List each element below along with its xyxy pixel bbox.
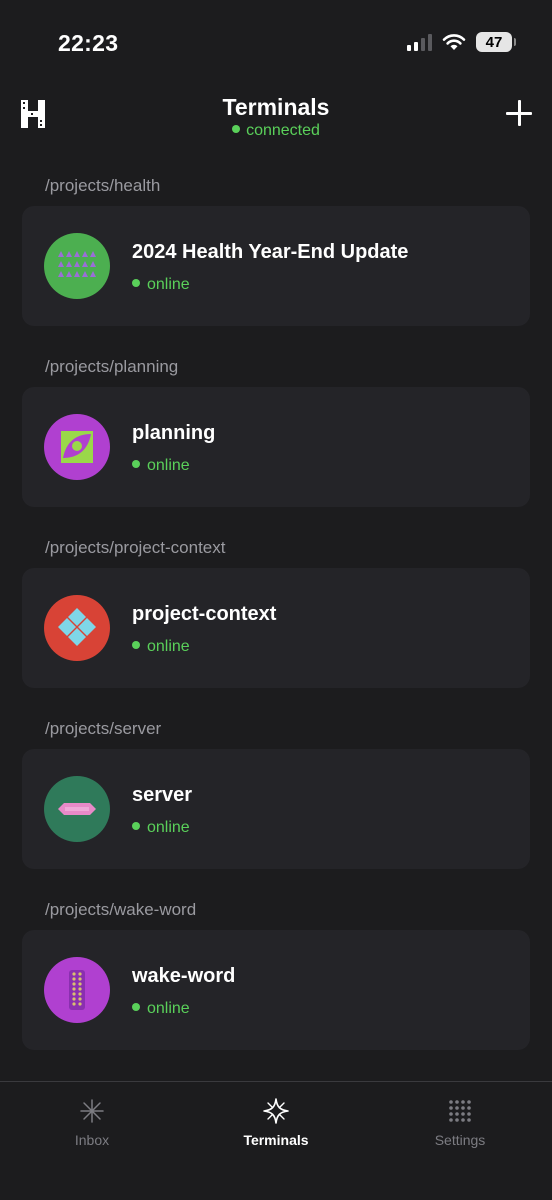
header: Terminals connected bbox=[0, 80, 552, 160]
terminal-card-server[interactable]: server online bbox=[22, 749, 530, 869]
terminal-card-project-context[interactable]: project-context online bbox=[22, 568, 530, 688]
status-icons: 47 bbox=[407, 32, 516, 52]
terminal-status: online bbox=[132, 276, 190, 294]
tab-label: Inbox bbox=[74, 1132, 110, 1148]
terminal-status: online bbox=[132, 638, 190, 656]
terminal-status-label: online bbox=[147, 638, 190, 655]
section-path: /projects/wake-word bbox=[45, 900, 197, 919]
section-project-context: /projects/project-context project-contex… bbox=[0, 522, 552, 703]
tab-bar: Inbox Terminals Settings bbox=[0, 1081, 552, 1200]
section-path: /projects/health bbox=[45, 176, 161, 195]
terminal-avatar-icon bbox=[44, 957, 110, 1023]
terminal-status: online bbox=[132, 1000, 190, 1018]
tab-label: Settings bbox=[434, 1132, 486, 1148]
terminal-avatar-icon bbox=[44, 776, 110, 842]
section-path: /projects/server bbox=[45, 719, 162, 738]
tab-settings[interactable]: Settings bbox=[368, 1082, 552, 1172]
connection-status-label: connected bbox=[246, 122, 320, 139]
connection-status: connected bbox=[0, 122, 552, 140]
spark-icon bbox=[80, 1099, 104, 1123]
dots-grid-icon bbox=[449, 1100, 471, 1122]
cellular-signal-icon bbox=[407, 33, 432, 51]
page-title: Terminals bbox=[222, 94, 330, 120]
tab-terminals[interactable]: Terminals bbox=[184, 1082, 368, 1172]
section-path: /projects/planning bbox=[45, 357, 179, 376]
terminal-card-health[interactable]: 2024 Health Year-End Update online bbox=[22, 206, 530, 326]
wifi-icon bbox=[442, 34, 466, 50]
terminal-status-label: online bbox=[147, 457, 190, 474]
terminal-status-label: online bbox=[147, 276, 190, 293]
terminal-status-label: online bbox=[147, 1000, 190, 1017]
section-server: /projects/server server online bbox=[0, 703, 552, 884]
terminal-avatar-icon bbox=[44, 233, 110, 299]
terminal-card-planning[interactable]: planning online bbox=[22, 387, 530, 507]
terminal-name: server bbox=[132, 784, 193, 806]
diamond-star-icon bbox=[263, 1098, 289, 1124]
online-dot-icon bbox=[132, 460, 140, 468]
terminal-name: 2024 Health Year-End Update bbox=[132, 241, 409, 263]
terminal-card-wake-word[interactable]: wake-word online bbox=[22, 930, 530, 1050]
terminal-status: online bbox=[132, 457, 190, 475]
terminal-status-label: online bbox=[147, 819, 190, 836]
section-planning: /projects/planning planning online bbox=[0, 341, 552, 522]
section-path: /projects/project-context bbox=[45, 538, 226, 557]
status-dot-icon bbox=[232, 125, 241, 133]
terminal-status: online bbox=[132, 819, 190, 837]
status-time: 22:23 bbox=[58, 30, 119, 56]
terminal-name: planning bbox=[132, 422, 216, 444]
terminal-avatar-icon bbox=[44, 595, 110, 661]
status-bar: 22:23 47 bbox=[0, 0, 552, 80]
terminal-avatar-icon bbox=[44, 414, 110, 480]
add-terminal-button[interactable] bbox=[506, 100, 532, 126]
tab-label: Terminals bbox=[243, 1132, 309, 1148]
section-wake-word: /projects/wake-word wake-word online bbox=[0, 884, 552, 1065]
section-health: /projects/health 2024 Health Year-End Up… bbox=[0, 160, 552, 341]
online-dot-icon bbox=[132, 1003, 140, 1011]
terminal-name: project-context bbox=[132, 603, 277, 625]
online-dot-icon bbox=[132, 641, 140, 649]
online-dot-icon bbox=[132, 822, 140, 830]
terminal-name: wake-word bbox=[132, 965, 236, 987]
online-dot-icon bbox=[132, 279, 140, 287]
battery-icon: 47 bbox=[476, 32, 516, 52]
tab-inbox[interactable]: Inbox bbox=[0, 1082, 184, 1172]
